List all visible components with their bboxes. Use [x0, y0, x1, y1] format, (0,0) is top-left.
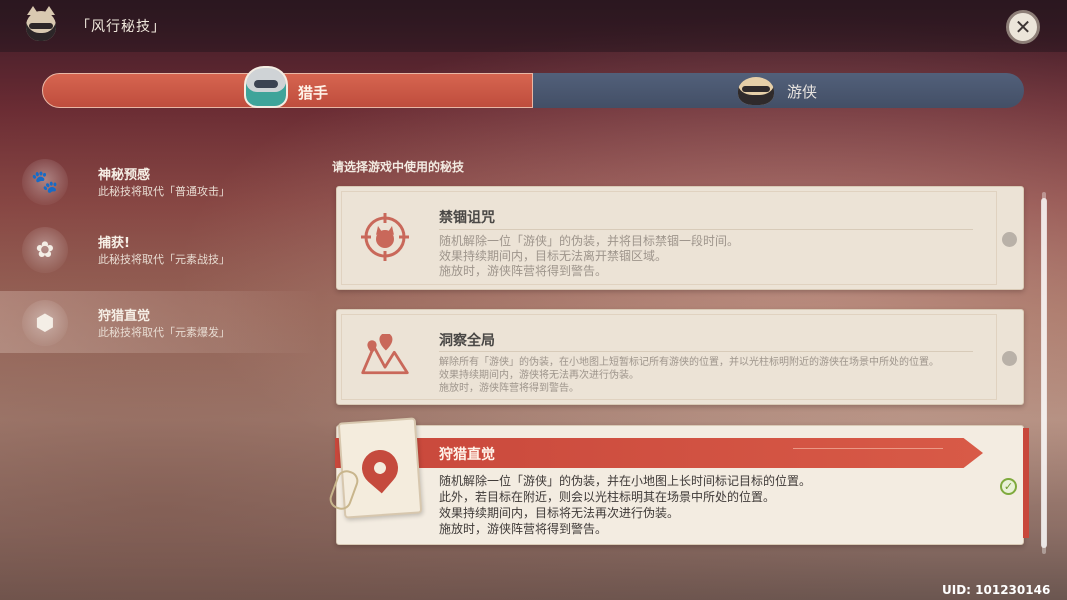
skill-name: 神秘预感: [98, 168, 151, 183]
uid-label: UID: 101230146: [942, 583, 1051, 597]
page-title: 「风行秘技」: [76, 19, 166, 35]
team-tabs: 猎手 游侠: [42, 66, 1024, 108]
top-bar: 「风行秘技」 ✕: [0, 0, 1067, 52]
tab-hunter-label: 猎手: [298, 84, 329, 102]
skill-slot-1[interactable]: 🐾 神秘预感 此秘技将取代「普通攻击」: [0, 150, 320, 212]
skill-desc: 此秘技将取代「普通攻击」: [98, 185, 230, 198]
skill-option-card[interactable]: 洞察全局 解除所有「游侠」的伪装，在小地图上短暂标记所有游侠的位置，并以光柱标明…: [336, 309, 1024, 405]
skill-desc: 此秘技将取代「元素战技」: [98, 253, 230, 266]
option-description: 解除所有「游侠」的伪装，在小地图上短暂标记所有游侠的位置，并以光柱标明附近的游侠…: [439, 357, 939, 394]
paw-pad-icon: ✿: [22, 227, 68, 273]
option-description: 随机解除一位「游侠」的伪装，并在小地图上长时间标记目标的位置。 此外，若目标在附…: [439, 474, 812, 536]
close-button[interactable]: ✕: [1006, 10, 1040, 44]
hunter-cat-avatar-icon: [244, 66, 288, 108]
skill-option-card-selected[interactable]: 狩猎直觉 随机解除一位「游侠」的伪装，并在小地图上长时间标记目标的位置。 此外，…: [326, 417, 1029, 545]
skill-slot-3[interactable]: ⬢ 狩猎直觉 此秘技将取代「元素爆发」: [0, 291, 320, 353]
option-radio[interactable]: [1002, 351, 1017, 366]
skill-option-card[interactable]: 禁锢诅咒 随机解除一位「游侠」的伪装，并将目标禁锢一段时间。 效果持续期间内，目…: [336, 186, 1024, 290]
location-pin-icon: ⬢: [22, 300, 68, 346]
skill-name: 狩猎直觉: [98, 309, 151, 324]
scrollbar-thumb[interactable]: [1041, 198, 1047, 548]
check-icon[interactable]: ✓: [1000, 478, 1017, 495]
option-title: 禁锢诅咒: [439, 210, 495, 226]
tab-hunter[interactable]: 猎手: [42, 66, 533, 108]
selected-ribbon: [335, 438, 983, 468]
map-pins-icon: [359, 330, 411, 382]
option-description: 随机解除一位「游侠」的伪装，并将目标禁锢一段时间。 效果持续期间内，目标无法离开…: [439, 234, 740, 278]
close-icon: ✕: [1014, 15, 1032, 39]
selection-prompt: 请选择游戏中使用的秘技: [332, 160, 465, 174]
option-title: 洞察全局: [439, 333, 495, 349]
ranger-cat-avatar-icon: [738, 77, 774, 105]
cat-mask-logo-icon: [26, 6, 56, 41]
tab-ranger-label: 游侠: [787, 83, 818, 101]
paw-print-icon: 🐾: [22, 159, 68, 205]
crosshair-cat-icon: [359, 211, 411, 263]
option-radio[interactable]: [1002, 232, 1017, 247]
skill-slot-2[interactable]: ✿ 捕获! 此秘技将取代「元素战技」: [0, 218, 320, 280]
tab-ranger[interactable]: 游侠: [533, 73, 1024, 108]
skill-desc: 此秘技将取代「元素爆发」: [98, 326, 230, 339]
option-title: 狩猎直觉: [439, 447, 495, 463]
skill-name: 捕获!: [98, 236, 130, 251]
scrollbar[interactable]: [1041, 192, 1047, 554]
